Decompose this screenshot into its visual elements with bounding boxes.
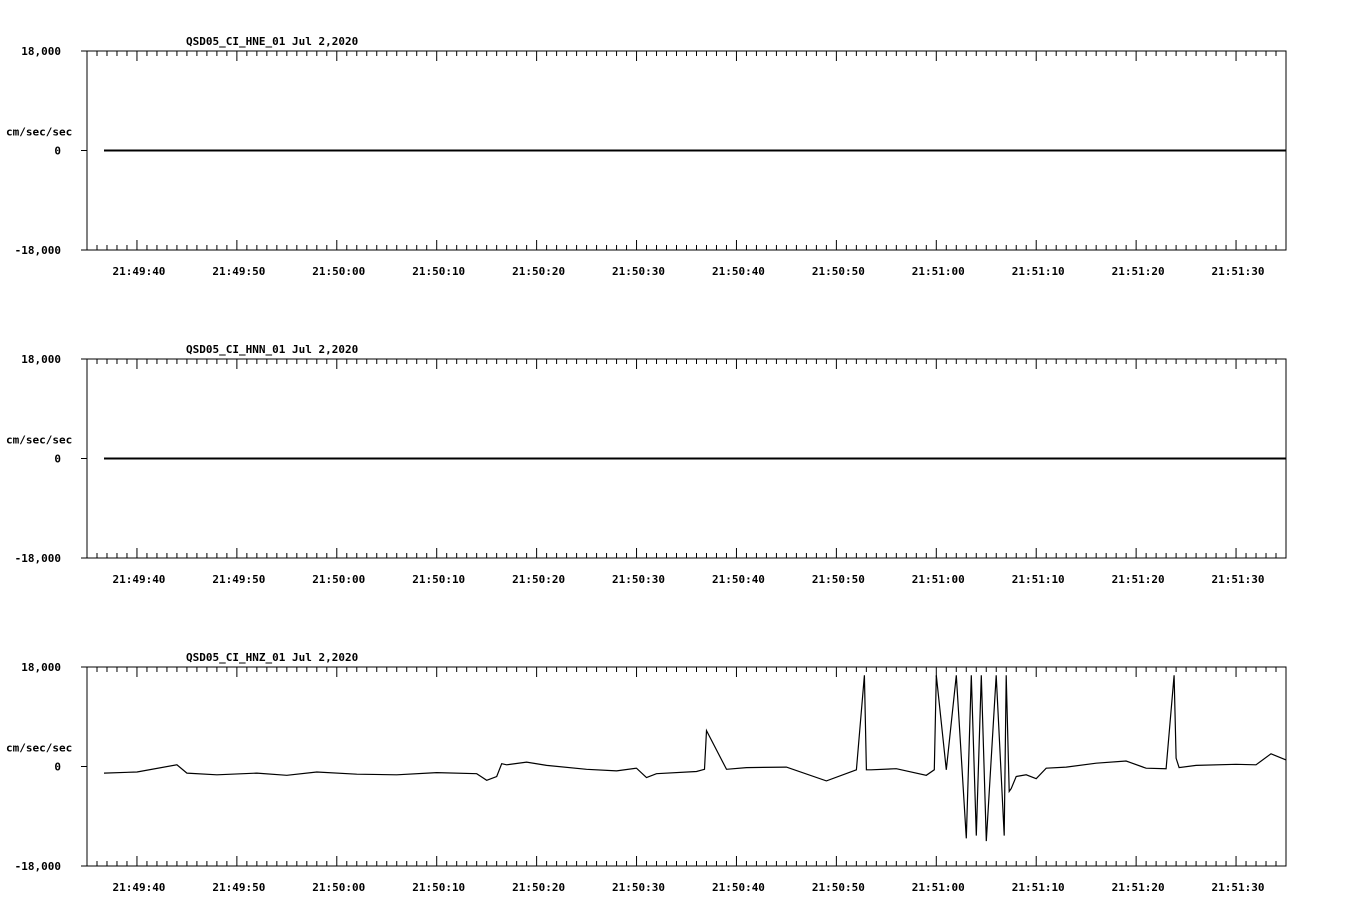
x-tick-label: 21:50:20	[512, 265, 565, 278]
x-tick-label: 21:50:00	[312, 265, 365, 278]
x-tick-label: 21:51:20	[1112, 265, 1165, 278]
x-tick-label: 21:51:10	[1012, 881, 1065, 894]
chart-panel-1: 18,000 0 -18,000 cm/sec/sec QSD05_CI_HNE_01 …	[6, 35, 1287, 278]
x-tick-label: 21:49:50	[212, 573, 265, 586]
x-tick-label: 21:50:40	[712, 881, 765, 894]
x-tick-label: 21:50:10	[412, 573, 465, 586]
x-tick-label: 21:51:30	[1212, 573, 1265, 586]
x-tick-label: 21:50:00	[312, 573, 365, 586]
x-tick-label: 21:51:00	[912, 573, 965, 586]
y-tick-label: 0	[54, 453, 61, 466]
x-tick-label: 21:51:00	[912, 881, 965, 894]
x-tick-label: 21:50:50	[812, 881, 865, 894]
y-axis-label: cm/sec/sec	[6, 742, 72, 755]
x-tick-label: 21:51:20	[1112, 881, 1165, 894]
x-tick-label: 21:50:50	[812, 573, 865, 586]
y-tick-label: 0	[54, 145, 61, 158]
y-tick-label: 18,000	[21, 353, 61, 366]
x-tick-label: 21:50:20	[512, 881, 565, 894]
x-tick-label: 21:51:00	[912, 265, 965, 278]
x-tick-label: 21:50:40	[712, 265, 765, 278]
chart-title: QSD05_CI_HNE_01 Jul 2,2020	[186, 35, 358, 48]
x-tick-label: 21:50:30	[612, 573, 665, 586]
chart-panel-3: 18,000 0 -18,000 cm/sec/sec QSD05_CI_HNZ_01 …	[6, 651, 1287, 894]
x-tick-label: 21:49:40	[112, 265, 165, 278]
x-tick-label: 21:50:00	[312, 881, 365, 894]
y-axis-label: cm/sec/sec	[6, 126, 72, 139]
x-tick-label: 21:49:50	[212, 881, 265, 894]
x-tick-label: 21:51:30	[1212, 265, 1265, 278]
y-tick-label: -18,000	[15, 552, 61, 565]
x-tick-label: 21:50:40	[712, 573, 765, 586]
y-tick-label: 0	[54, 761, 61, 774]
seismic-trace-line	[103, 675, 1287, 842]
x-tick-label: 21:50:50	[812, 265, 865, 278]
x-tick-label: 21:49:40	[112, 881, 165, 894]
y-tick-label: -18,000	[15, 244, 61, 257]
y-tick-label: -18,000	[15, 860, 61, 873]
x-tick-label: 21:50:10	[412, 881, 465, 894]
x-tick-label: 21:49:50	[212, 265, 265, 278]
x-tick-label: 21:50:30	[612, 881, 665, 894]
chart-title: QSD05_CI_HNN_01 Jul 2,2020	[186, 343, 358, 356]
chart-panel-2: 18,000 0 -18,000 cm/sec/sec QSD05_CI_HNN_01 …	[6, 343, 1287, 586]
y-tick-label: 18,000	[21, 661, 61, 674]
x-tick-label: 21:51:30	[1212, 881, 1265, 894]
x-tick-label: 21:49:40	[112, 573, 165, 586]
x-tick-label: 21:50:10	[412, 265, 465, 278]
x-tick-label: 21:51:10	[1012, 573, 1065, 586]
x-tick-label: 21:50:30	[612, 265, 665, 278]
seismogram-figure: 18,000 0 -18,000 cm/sec/sec QSD05_CI_HNE_01 …	[6, 35, 1287, 894]
y-axis-label: cm/sec/sec	[6, 434, 72, 447]
x-tick-label: 21:51:20	[1112, 573, 1165, 586]
plot-frame	[86, 666, 1287, 867]
chart-title: QSD05_CI_HNZ_01 Jul 2,2020	[186, 651, 358, 664]
x-tick-label: 21:50:20	[512, 573, 565, 586]
y-tick-label: 18,000	[21, 45, 61, 58]
x-tick-label: 21:51:10	[1012, 265, 1065, 278]
